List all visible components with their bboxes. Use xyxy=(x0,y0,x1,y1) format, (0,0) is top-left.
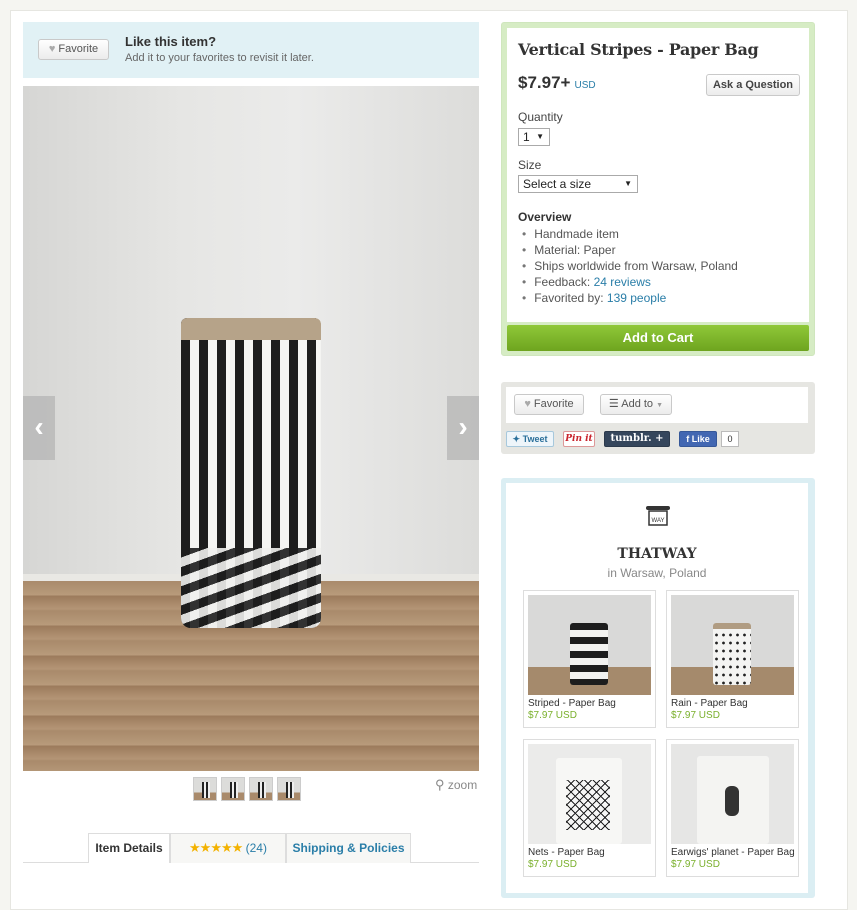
bag-bottom xyxy=(181,548,321,628)
favorite-banner: ♥ Favorite Like this item? Add it to your… xyxy=(23,22,479,78)
magnifier-icon: ⚲ xyxy=(435,777,445,792)
facebook-like-count: 0 xyxy=(721,431,739,447)
tab-reviews[interactable]: ★★★★★ (24) xyxy=(170,833,286,863)
shop-item-card[interactable]: Earwigs' planet - Paper Bag $7.97 USD xyxy=(666,739,799,877)
rain-bag-thumb xyxy=(713,623,751,685)
thumbnail[interactable] xyxy=(221,777,245,801)
heart-icon: ♥ xyxy=(524,398,531,410)
overview-feedback: Feedback: 24 reviews xyxy=(518,274,738,290)
shop-item-card[interactable]: Rain - Paper Bag $7.97 USD xyxy=(666,590,799,728)
buy-box: Vertical Stripes - Paper Bag $7.97+ USD A… xyxy=(501,22,815,356)
tumblr-button[interactable]: tumblr. + xyxy=(604,431,670,447)
shop-item-photo xyxy=(528,744,651,844)
shop-item-price: $7.97 USD xyxy=(528,859,577,870)
thumbnail[interactable] xyxy=(193,777,217,801)
facebook-icon: f xyxy=(686,434,690,444)
caret-down-icon: ▼ xyxy=(536,132,544,141)
favorite-button[interactable]: ♥ Favorite xyxy=(38,39,109,60)
ask-question-button[interactable]: Ask a Question xyxy=(706,74,800,96)
price-currency: USD xyxy=(574,80,596,91)
favorite-banner-subtitle: Add it to your favorites to revisit it l… xyxy=(125,52,314,64)
quantity-value: 1 xyxy=(523,130,530,144)
shop-box-inner: WAY THATWAY in Warsaw, Poland Striped - … xyxy=(506,483,808,893)
pinit-button[interactable]: Pin it xyxy=(563,431,595,447)
favorited-link[interactable]: 139 people xyxy=(607,291,666,305)
thumbnail[interactable] xyxy=(277,777,301,801)
thumbnail-strip xyxy=(193,777,305,801)
add-to-cart-button[interactable]: Add to Cart xyxy=(507,325,809,351)
social-box: ♥ Favorite ☰ Add to ▼ ✦ Tweet Pin it tumb… xyxy=(501,382,815,454)
review-count: (24) xyxy=(245,841,267,855)
buy-box-inner: Vertical Stripes - Paper Bag $7.97+ USD A… xyxy=(507,28,809,322)
facebook-like-button[interactable]: f Like xyxy=(679,431,717,447)
rating-stars-icon: ★★★★★ xyxy=(189,840,243,855)
nets-bag-thumb xyxy=(556,758,622,844)
zoom-link[interactable]: ⚲ zoom xyxy=(435,777,477,793)
prev-image-arrow-icon[interactable]: ‹ xyxy=(23,396,55,460)
caret-down-icon: ▼ xyxy=(624,179,632,188)
striped-paper-bag xyxy=(181,318,321,628)
overview-ships: Ships worldwide from Warsaw, Poland xyxy=(518,258,738,274)
size-select[interactable]: Select a size ▼ xyxy=(518,175,638,193)
shop-item-price: $7.97 USD xyxy=(528,710,577,721)
shop-item-photo xyxy=(528,595,651,695)
thumbnail[interactable] xyxy=(249,777,273,801)
size-label: Size xyxy=(518,158,542,172)
shop-item-price: $7.97 USD xyxy=(671,710,720,721)
feedback-prefix: Feedback: xyxy=(534,275,594,289)
tab-item-details[interactable]: Item Details xyxy=(88,833,170,863)
shop-item-name: Rain - Paper Bag xyxy=(671,698,748,709)
list-icon: ☰ xyxy=(608,398,619,410)
favorite-button-secondary[interactable]: ♥ Favorite xyxy=(514,394,584,415)
reviews-link[interactable]: 24 reviews xyxy=(594,275,651,289)
twitter-bird-icon: ✦ xyxy=(512,434,521,444)
shop-item-name: Nets - Paper Bag xyxy=(528,847,605,858)
shop-item-photo xyxy=(671,595,794,695)
shop-box: WAY THATWAY in Warsaw, Poland Striped - … xyxy=(501,478,815,898)
shop-item-name: Earwigs' planet - Paper Bag xyxy=(671,847,795,858)
heart-icon: ♥ xyxy=(48,43,56,55)
quantity-select[interactable]: 1 ▼ xyxy=(518,128,550,146)
add-to-list-button[interactable]: ☰ Add to ▼ xyxy=(600,394,672,415)
favorite-button-label: Favorite xyxy=(58,43,99,55)
tab-shipping-policies[interactable]: Shipping & Policies xyxy=(286,833,411,863)
price-value: $7.97+ xyxy=(518,73,571,92)
overview-list: Handmade item Material: Paper Ships worl… xyxy=(518,226,738,306)
add-to-label: Add to xyxy=(621,398,654,410)
zoom-label: zoom xyxy=(447,778,478,792)
shop-item-card[interactable]: Nets - Paper Bag $7.97 USD xyxy=(523,739,656,877)
shop-item-name: Striped - Paper Bag xyxy=(528,698,616,709)
overview-material: Material: Paper xyxy=(518,242,738,258)
favorited-prefix: Favorited by: xyxy=(534,291,607,305)
tweet-button[interactable]: ✦ Tweet xyxy=(506,431,554,447)
fb-like-label: Like xyxy=(691,434,710,444)
social-box-inner: ♥ Favorite ☰ Add to ▼ xyxy=(506,387,808,423)
shop-logo-icon[interactable]: WAY xyxy=(643,505,673,527)
next-image-arrow-icon[interactable]: › xyxy=(447,396,479,460)
product-title: Vertical Stripes - Paper Bag xyxy=(518,40,759,59)
product-price: $7.97+ USD xyxy=(518,73,596,93)
overview-favorited: Favorited by: 139 people xyxy=(518,290,738,306)
shop-item-card[interactable]: Striped - Paper Bag $7.97 USD xyxy=(523,590,656,728)
tweet-label: Tweet xyxy=(522,434,548,444)
striped-bag-thumb xyxy=(570,623,608,685)
favorite-secondary-label: Favorite xyxy=(533,398,574,410)
size-value: Select a size xyxy=(523,177,592,191)
quantity-label: Quantity xyxy=(518,110,563,124)
shop-item-photo xyxy=(671,744,794,844)
shop-location: in Warsaw, Poland xyxy=(607,566,707,580)
bag-fold xyxy=(181,318,321,340)
overview-title: Overview xyxy=(518,210,572,224)
main-product-image[interactable]: ‹ › xyxy=(23,86,479,771)
svg-text:WAY: WAY xyxy=(652,518,665,524)
overview-handmade: Handmade item xyxy=(518,226,738,242)
caret-down-icon: ▼ xyxy=(656,402,664,409)
shop-name[interactable]: THATWAY xyxy=(506,546,808,562)
favorite-banner-title: Like this item? xyxy=(125,34,217,49)
earwigs-bag-thumb xyxy=(697,756,769,844)
shop-item-price: $7.97 USD xyxy=(671,859,720,870)
